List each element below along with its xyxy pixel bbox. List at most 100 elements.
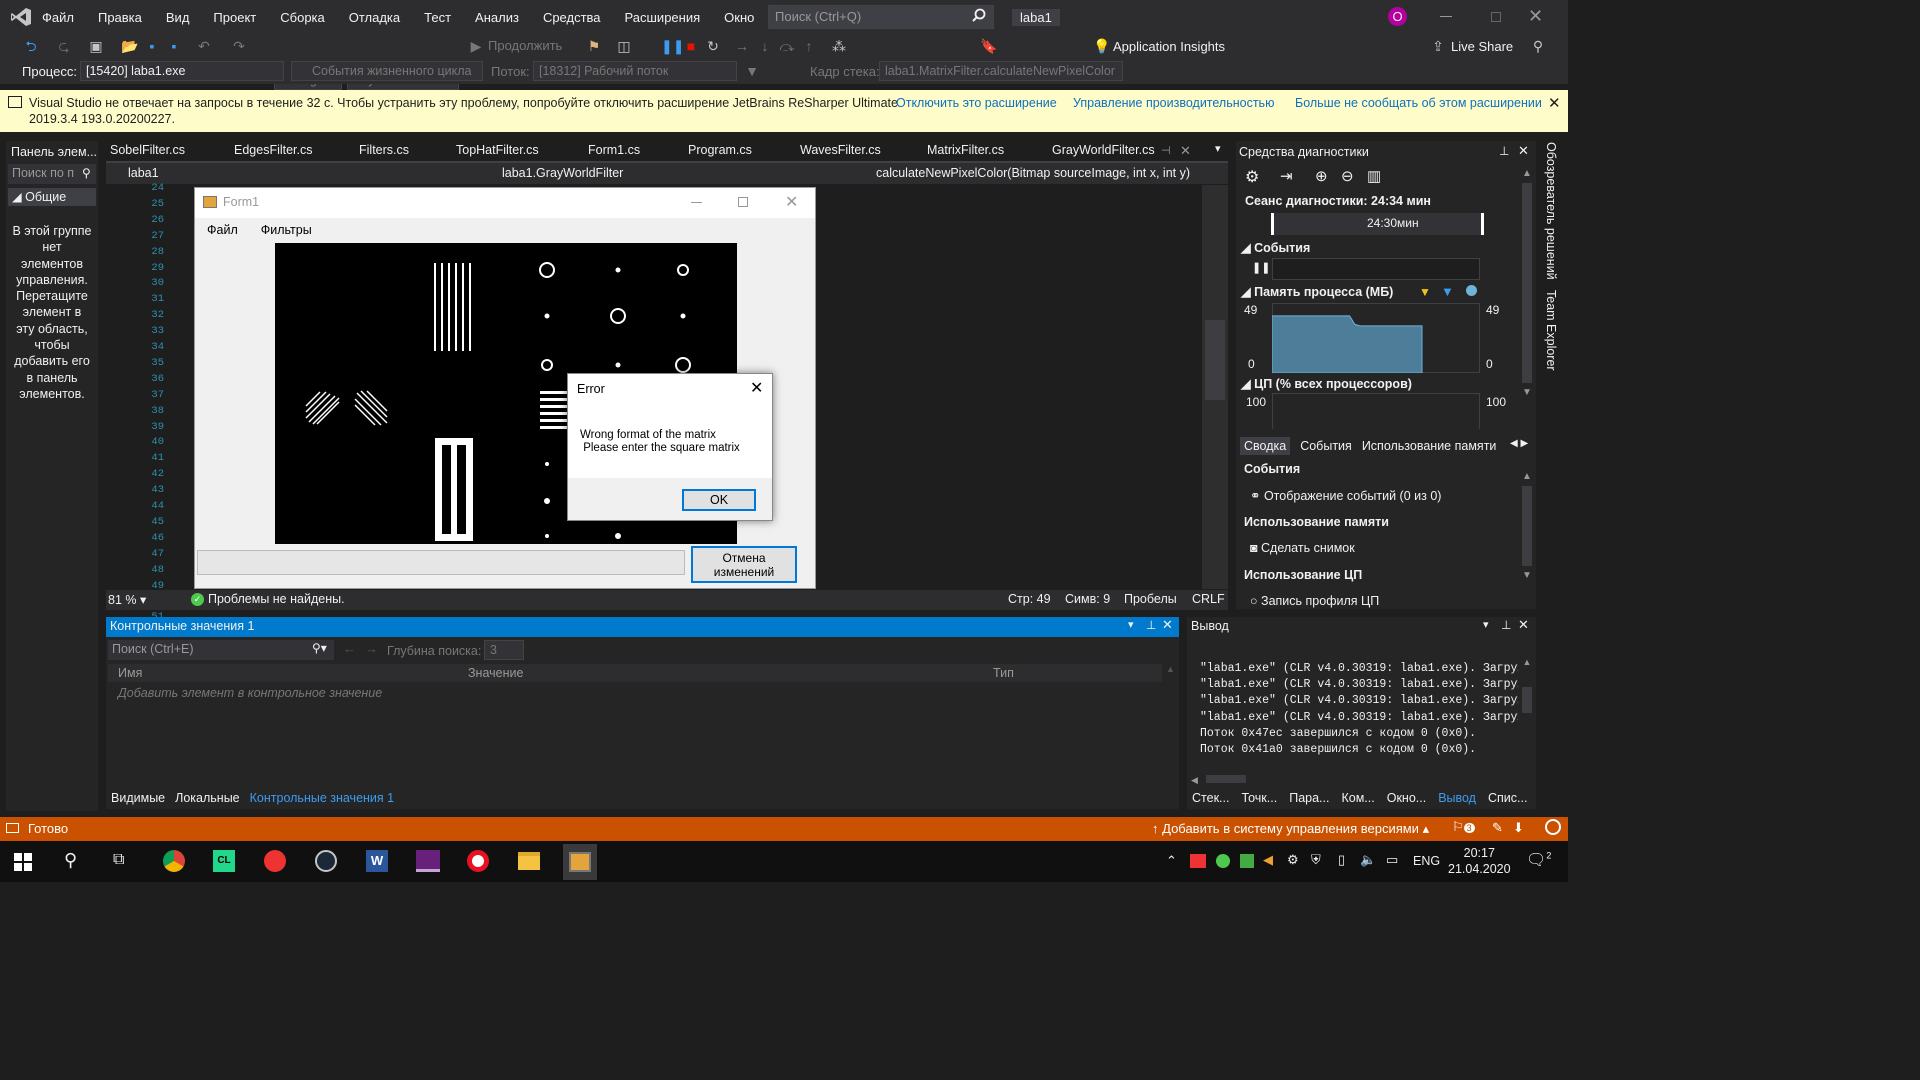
form-close-button[interactable]: ✕ — [785, 192, 798, 212]
menu-item-3[interactable]: Проект — [201, 10, 268, 25]
edit-icon[interactable]: ✎ — [1492, 820, 1503, 836]
watch-search-input[interactable]: Поиск (Ctrl+E) — [108, 640, 334, 660]
diag-tab-1[interactable]: События — [1300, 439, 1352, 453]
lifecycle-select[interactable]: События жизненного цикла — [291, 61, 483, 81]
bookmark-icon[interactable]: 🔖 — [980, 38, 997, 54]
restart-icon[interactable]: ↻ — [705, 38, 721, 54]
watch-search-icon[interactable]: ⚲▾ — [312, 641, 327, 655]
tab-7[interactable]: MatrixFilter.cs — [927, 141, 1004, 161]
show-next-statement-icon[interactable]: → — [734, 38, 750, 54]
menu-item-1[interactable]: Правка — [86, 10, 154, 25]
tab-5[interactable]: Program.cs — [688, 141, 752, 161]
tab-0[interactable]: SobelFilter.cs — [110, 141, 185, 161]
output-tab-6[interactable]: Спис... — [1488, 791, 1527, 805]
menu-item-8[interactable]: Средства — [531, 10, 613, 25]
tray-app-icon-4[interactable]: ◀ — [1263, 852, 1273, 868]
clock[interactable]: 20:17 21.04.2020 — [1448, 845, 1511, 877]
close-tab-icon[interactable]: ✕ — [1180, 143, 1191, 159]
tab-2[interactable]: Filters.cs — [359, 141, 409, 161]
output-tab-1[interactable]: Точк... — [1241, 791, 1277, 805]
summary-vscroll[interactable]: ▲ ▼ — [1520, 471, 1534, 595]
export-icon[interactable]: ⇥ — [1280, 167, 1293, 185]
tray-steam-icon[interactable]: ⚙ — [1287, 852, 1299, 868]
screenshot-icon[interactable]: ◫ — [616, 38, 632, 54]
timeline[interactable]: 24:30мин — [1271, 213, 1484, 235]
action-center-icon[interactable]: 🗨2 — [1526, 850, 1551, 870]
diagnostics-close-icon[interactable]: ✕ — [1518, 143, 1529, 159]
zoom-in-icon[interactable]: ⊕ — [1315, 167, 1328, 185]
obs-icon[interactable] — [467, 850, 489, 872]
diagnostics-vscroll[interactable]: ▲ ▼ — [1520, 168, 1534, 418]
pin-tab-icon[interactable]: ⊣ — [1161, 144, 1171, 157]
watch-pin-icon[interactable]: ⊥ — [1146, 618, 1156, 632]
pin-icon[interactable]: ⊥ — [1499, 144, 1509, 158]
continue-icon[interactable]: ▶ — [468, 38, 484, 54]
show-events-link[interactable]: ⚭ Отображение событий (0 из 0) — [1250, 488, 1441, 503]
menu-item-5[interactable]: Отладка — [337, 10, 412, 25]
save-icon[interactable]: ▪ — [144, 38, 160, 54]
tab-6[interactable]: WavesFilter.cs — [800, 141, 881, 161]
app-insights-button[interactable]: Application Insights — [1113, 39, 1225, 54]
output-vscroll[interactable]: ▲ — [1520, 657, 1534, 773]
menu-item-10[interactable]: Окно — [712, 10, 766, 25]
language-indicator[interactable]: ENG — [1413, 854, 1440, 868]
tab-8[interactable]: GrayWorldFilter.cs — [1052, 141, 1155, 161]
project-nav-select[interactable]: laba1 — [108, 164, 478, 184]
toolbox-group[interactable]: ◢ Общие — [8, 188, 96, 206]
output-close-icon[interactable]: ✕ — [1518, 617, 1529, 633]
tab-4[interactable]: Form1.cs — [588, 141, 640, 161]
menu-item-9[interactable]: Расширения — [613, 10, 713, 25]
manage-performance-link[interactable]: Управление производительностью — [1073, 96, 1274, 110]
member-nav-select[interactable]: calculateNewPixelColor(Bitmap sourceImag… — [858, 164, 1228, 184]
search-input[interactable]: Поиск (Ctrl+Q) — [768, 5, 994, 29]
thread-select[interactable]: [18312] Рабочий поток — [533, 61, 737, 81]
output-dropdown-icon[interactable]: ▾ — [1483, 618, 1489, 631]
class-nav-select[interactable]: laba1.GrayWorldFilter — [484, 164, 852, 184]
tab-overflow-icon[interactable]: ▾ — [1215, 142, 1221, 155]
menu-item-4[interactable]: Сборка — [268, 10, 337, 25]
avatar[interactable]: O — [1388, 7, 1407, 26]
chrome-icon[interactable] — [163, 850, 185, 872]
watch-tab-2[interactable]: Контрольные значения 1 — [245, 791, 399, 805]
tab-1[interactable]: EdgesFilter.cs — [234, 141, 313, 161]
feedback-icon[interactable]: ⚲ — [1530, 38, 1546, 54]
tabs-scroll-icon[interactable]: ◀ ▶ — [1510, 438, 1528, 449]
tray-chevron-icon[interactable]: ⌃ — [1166, 853, 1177, 869]
problems-status[interactable]: Проблемы не найдены. — [208, 592, 345, 606]
battery-icon[interactable]: ▯ — [1338, 852, 1345, 868]
form-minimize-button[interactable] — [691, 202, 702, 203]
timeline-end-handle[interactable] — [1481, 213, 1484, 235]
dont-show-link[interactable]: Больше не сообщать об этом расширении — [1295, 96, 1542, 110]
stack-frame-select[interactable]: laba1.MatrixFilter.calculateNewPixelColo… — [879, 61, 1123, 81]
settings-icon[interactable]: ⚙ — [1245, 167, 1259, 187]
menu-item-7[interactable]: Анализ — [463, 10, 531, 25]
dialog-close-icon[interactable]: ✕ — [750, 378, 763, 398]
tray-app-icon-1[interactable] — [1190, 854, 1206, 868]
watch-tab-1[interactable]: Локальные — [170, 791, 245, 805]
tab-3[interactable]: TopHatFilter.cs — [456, 141, 539, 161]
cpu-profile-button[interactable]: ○ Запись профиля ЦП — [1250, 594, 1379, 608]
form-menu-item-1[interactable]: Фильтры — [261, 223, 312, 237]
depth-select[interactable]: 3 — [484, 640, 524, 660]
chart-icon[interactable]: ▥ — [1367, 167, 1381, 185]
whitespace-indicator[interactable]: Пробелы — [1124, 592, 1177, 606]
network-icon[interactable]: ▭ — [1386, 852, 1398, 868]
output-tab-3[interactable]: Ком... — [1341, 791, 1374, 805]
zoom-out-icon[interactable]: ⊖ — [1341, 167, 1354, 185]
side-tab-solution-explorer[interactable]: Обозреватель решений — [1544, 142, 1558, 280]
search-forward-icon[interactable]: → — [365, 641, 378, 656]
taskbar-search-icon[interactable]: ⚲ — [64, 850, 77, 871]
step-over-icon[interactable]: ⤼ — [779, 38, 795, 54]
new-project-icon[interactable]: ▣ — [88, 38, 104, 54]
add-watch-row[interactable]: Добавить элемент в контрольное значение — [118, 686, 382, 700]
continue-button[interactable]: Продолжить — [488, 38, 562, 53]
open-icon[interactable]: 📂 — [121, 38, 138, 54]
volume-icon[interactable]: 🔈 — [1360, 852, 1376, 868]
watch-vscroll[interactable]: ▲ — [1166, 664, 1178, 789]
minimize-button[interactable] — [1440, 16, 1452, 17]
pause-icon[interactable]: ❚❚ — [661, 38, 684, 54]
download-icon[interactable]: ⬇ — [1513, 820, 1524, 836]
output-tab-5[interactable]: Вывод — [1438, 791, 1476, 805]
tray-app-icon-2[interactable] — [1216, 854, 1230, 868]
share-icon[interactable]: ⇪ — [1430, 38, 1446, 54]
